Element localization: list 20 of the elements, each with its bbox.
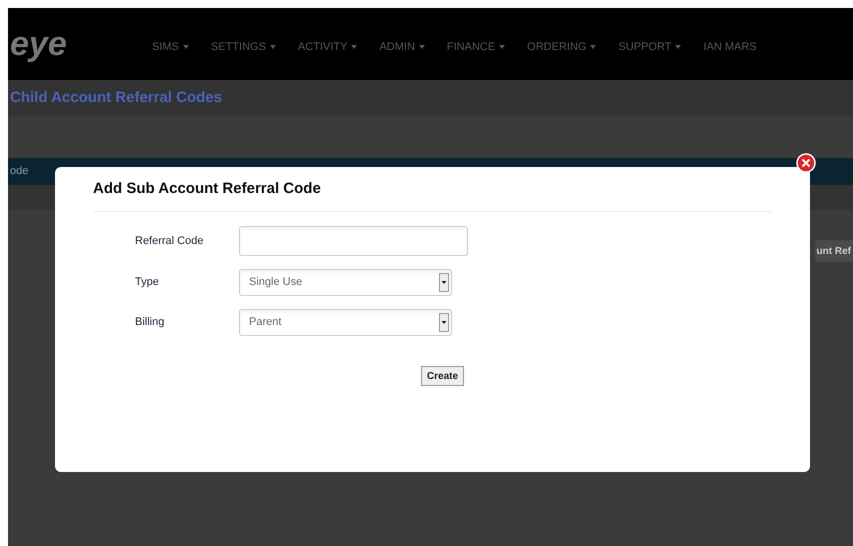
create-button[interactable]: Create	[420, 366, 464, 386]
nav-item[interactable]: ACTIVITY	[298, 38, 358, 56]
nav-item[interactable]: IAN MARS	[703, 38, 757, 56]
nav-item[interactable]: ORDERING	[527, 38, 596, 56]
logo: eye	[10, 27, 68, 61]
nav-item[interactable]: ADMIN	[379, 38, 425, 56]
nav-item[interactable]: SUPPORT	[618, 38, 682, 56]
column-header: ode	[10, 164, 28, 180]
nav-item[interactable]: SIMS	[152, 38, 189, 56]
nav-item[interactable]: FINANCE	[446, 38, 506, 56]
page-title: Child Account Referral Codes	[10, 88, 222, 108]
referral-code-field[interactable]	[239, 226, 468, 256]
select-field[interactable]: Single Use	[239, 269, 452, 296]
add-button[interactable]: unt Ref	[814, 240, 853, 262]
field-label: Referral Code	[135, 234, 204, 249]
nav-item[interactable]: SETTINGS	[210, 38, 276, 56]
select-field[interactable]: Parent	[239, 309, 452, 336]
modal-title: Add Sub Account Referral Code	[93, 180, 321, 197]
field-label: Type	[135, 275, 160, 290]
field-label: Billing	[135, 315, 166, 330]
